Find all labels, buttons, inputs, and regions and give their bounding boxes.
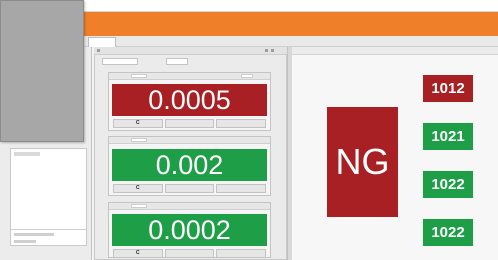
- toolbar-icon[interactable]: [97, 49, 100, 52]
- list-footer-item[interactable]: [14, 240, 36, 243]
- card-tag: [131, 138, 147, 142]
- list-divider: [11, 229, 86, 230]
- measurement-value: 0.0002: [112, 214, 267, 246]
- document-tab[interactable]: [88, 37, 116, 47]
- measurement-panel-header: [94, 47, 287, 55]
- card-header: [109, 73, 270, 80]
- properties-list[interactable]: [10, 148, 87, 246]
- measurement-card: 0.0002 C: [108, 202, 271, 258]
- mode-select[interactable]: [102, 58, 138, 65]
- code-box: 1022: [423, 219, 473, 246]
- measurement-card: 0.002 C: [108, 136, 271, 196]
- card-tag: [131, 74, 147, 78]
- measurement-value: 0.0005: [112, 84, 267, 116]
- card-action-button[interactable]: [216, 249, 267, 258]
- card-action-button[interactable]: [164, 119, 215, 128]
- card-action-button[interactable]: [164, 249, 215, 258]
- panel-pin-icon[interactable]: [271, 49, 274, 52]
- code-box: 1021: [423, 123, 473, 150]
- measurement-value: 0.002: [112, 149, 267, 181]
- list-header-item[interactable]: [14, 152, 40, 156]
- card-action-button[interactable]: [216, 184, 267, 193]
- unit-select[interactable]: [166, 58, 188, 65]
- judgement-panel-header: [292, 47, 498, 55]
- overlay-panel: [0, 0, 84, 142]
- card-action-button[interactable]: C: [113, 184, 163, 193]
- code-box: 1022: [423, 171, 473, 198]
- card-header: [109, 137, 270, 144]
- list-footer-item[interactable]: [14, 233, 54, 236]
- card-action-button[interactable]: C: [113, 249, 163, 258]
- card-header: [109, 203, 270, 210]
- code-box: 1012: [423, 75, 473, 102]
- card-action-button[interactable]: [216, 119, 267, 128]
- panel-menu-icon[interactable]: [265, 49, 268, 52]
- card-tag: [131, 204, 147, 208]
- card-action-button[interactable]: [164, 184, 215, 193]
- card-tag: [241, 74, 253, 78]
- overall-result-box: NG: [327, 107, 398, 217]
- card-action-button[interactable]: C: [113, 119, 163, 128]
- measurement-card: 0.0005 C: [108, 72, 271, 131]
